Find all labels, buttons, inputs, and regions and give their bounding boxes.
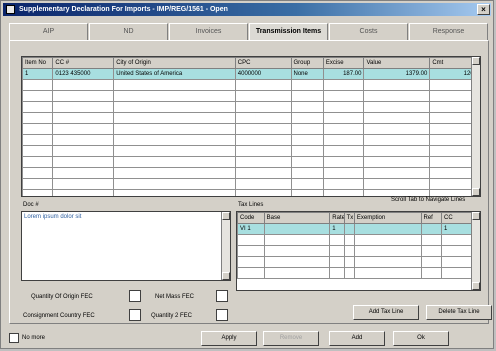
table-cell: 4000000 [234,68,292,80]
table-cell: 187.00 [322,68,365,80]
tax-header-row: Code Base Rate Tx Exemption Ref CC [237,212,480,224]
table-row[interactable] [22,112,480,124]
column-header[interactable]: Base [263,212,331,224]
consignment-country-label: Consignment Country FEC [23,313,95,319]
table-row[interactable] [237,234,480,246]
items-table: Item No CC # City of Origin CPC Group Ex… [22,57,480,196]
net-mass-checkbox[interactable] [216,290,228,302]
no-more-label: No more [22,335,46,341]
table-row[interactable] [22,145,480,157]
quantity2-checkbox[interactable] [216,309,228,321]
table-row[interactable] [22,178,480,190]
scroll-down-icon[interactable] [222,272,230,280]
table-cell: 1379.00 [363,68,431,80]
table-row[interactable] [22,134,480,146]
memo-textarea[interactable]: Lorem ipsum dolor sit [21,211,231,281]
column-header[interactable]: Excise [322,57,365,69]
memo-label: Doc # [23,202,39,208]
column-header[interactable]: Code [237,212,265,224]
table-cell [343,223,355,235]
tax-scrollbar[interactable] [471,212,480,290]
consignment-country-checkbox[interactable] [129,309,141,321]
close-icon[interactable]: × [477,4,490,15]
table-row[interactable] [22,123,480,135]
table-row[interactable] [22,79,480,91]
tab-transmission-items[interactable]: Transmission Items [249,23,328,41]
items-grid[interactable]: Item No CC # City of Origin CPC Group Ex… [21,56,481,197]
column-header[interactable]: Rate [329,212,345,224]
table-row[interactable] [237,267,480,279]
column-header[interactable]: Value [363,57,431,69]
footer-bar: No more Apply Remove Add Ok [5,331,491,347]
tax-lines-label: Tax Lines [238,202,264,208]
table-cell: None [290,68,324,80]
tab-strip: AIP ND Invoices Transmission Items Costs… [9,23,489,41]
tab-aip[interactable]: AIP [9,23,88,40]
column-header[interactable]: City of Origin [113,57,236,69]
table-cell: 1 [329,223,345,235]
table-row[interactable] [22,167,480,179]
scroll-up-icon[interactable] [472,212,480,220]
window-title: Supplementary Declaration For Imports - … [19,6,228,13]
ok-button[interactable]: Ok [393,331,449,346]
scroll-up-icon[interactable] [472,57,480,65]
table-row[interactable] [22,90,480,102]
table-row[interactable] [237,256,480,268]
declaration-window: Supplementary Declaration For Imports - … [0,0,494,349]
tax-table: Code Base Rate Tx Exemption Ref CC VI 1 … [237,212,480,279]
scroll-down-icon[interactable] [472,188,480,196]
column-header[interactable]: Exemption [353,212,422,224]
memo-text: Lorem ipsum dolor sit [24,214,82,220]
table-cell: VI 1 [237,223,265,235]
column-header[interactable]: CC # [52,57,115,69]
tax-navigate-hint: Scroll Tab to Navigate Lines [391,197,466,203]
table-cell [263,223,331,235]
column-header[interactable]: CPC [234,57,292,69]
column-header[interactable]: Group [290,57,324,69]
table-row[interactable] [22,156,480,168]
column-header[interactable]: Tx [343,212,355,224]
delete-tax-line-button[interactable]: Delete Tax Line [426,305,492,320]
scroll-down-icon[interactable] [472,282,480,290]
no-more-checkbox[interactable] [9,333,19,343]
table-cell: 1 [22,68,54,80]
quantity-origin-label: Quantity Of Origin FEC [31,294,93,300]
grid-scrollbar[interactable] [471,57,480,196]
column-header[interactable]: Item No [22,57,54,69]
table-cell: 0123 435000 [52,68,115,80]
add-tax-line-button[interactable]: Add Tax Line [353,305,419,320]
tab-costs[interactable]: Costs [329,23,408,40]
grid-header-row: Item No CC # City of Origin CPC Group Ex… [22,57,480,69]
memo-scrollbar[interactable] [221,212,230,280]
table-cell [353,223,422,235]
apply-button[interactable]: Apply [201,331,257,346]
title-bar: Supplementary Declaration For Imports - … [3,3,491,16]
table-row[interactable] [237,245,480,257]
tab-nd[interactable]: ND [89,23,168,40]
table-row[interactable]: VI 1 1 1 [237,223,480,235]
scroll-up-icon[interactable] [222,212,230,220]
tab-invoices[interactable]: Invoices [169,23,248,40]
tab-response[interactable]: Response [409,23,488,40]
column-header[interactable]: Ref [420,212,443,224]
add-button[interactable]: Add [329,331,385,346]
app-icon [6,5,15,14]
table-row[interactable]: 1 0123 435000 United States of America 4… [22,68,480,80]
table-cell: United States of America [113,68,236,80]
remove-button[interactable]: Remove [263,331,319,346]
quantity2-label: Quantity 2 FEC [151,313,193,319]
net-mass-label: Net Mass FEC [155,294,195,300]
table-row[interactable] [22,189,480,196]
tax-lines-grid[interactable]: Code Base Rate Tx Exemption Ref CC VI 1 … [236,211,481,291]
quantity-origin-checkbox[interactable] [129,290,141,302]
table-cell [420,223,443,235]
table-row[interactable] [22,101,480,113]
